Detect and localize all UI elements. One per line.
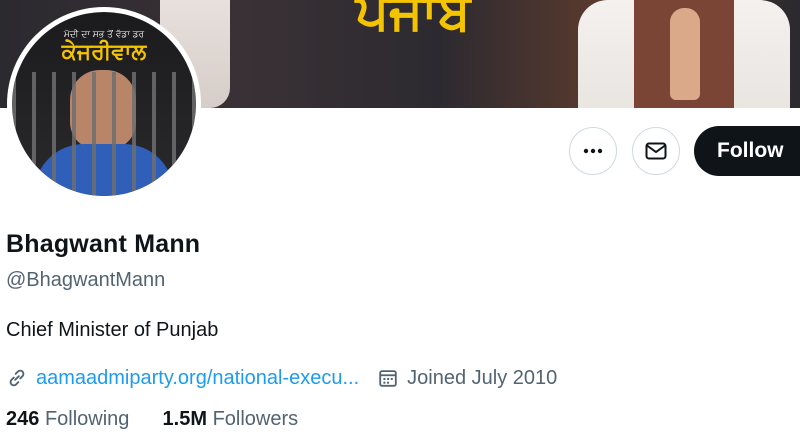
followers-link[interactable]: 1.5M Followers [163,408,299,430]
joined-date: Joined July 2010 [407,366,558,389]
website-link[interactable]: aamaadmiparty.org/national-execu... [36,367,359,390]
calendar-icon [379,370,397,387]
following-link[interactable]: 246 Following [6,408,135,430]
following-count: 246 [6,408,40,430]
more-horizontal-icon [583,148,603,154]
followers-label: Followers [212,408,299,430]
banner-title: ਪੰਜਾਬ [355,0,471,42]
envelope-icon [645,142,667,160]
link-icon [9,369,25,387]
banner-folded-hands [670,8,700,100]
profile-stats: 246 Following 1.5M Followers [6,408,298,431]
avatar-image: ਮੋਦੀ ਦਾ ਸਭ ਤੋਂ ਵੱਡਾ ਡਰ ਕੇਜਰੀਵਾਲ [12,12,196,196]
more-options-button[interactable] [569,127,617,175]
follow-button[interactable]: Follow [694,126,800,176]
profile-name: Bhagwant Mann [6,230,201,258]
profile-meta: aamaadmiparty.org/national-execu... Join… [6,365,557,391]
message-button[interactable] [632,127,680,175]
avatar-caption-small: ਮੋਦੀ ਦਾ ਸਭ ਤੋਂ ਵੱਡਾ ਡਰ [63,30,145,40]
banner-person-right [578,0,790,108]
profile-handle: @BhagwantMann [6,269,166,291]
avatar-jail-bars [12,72,196,196]
profile-bio: Chief Minister of Punjab [6,319,219,341]
followers-count: 1.5M [162,408,208,430]
following-label: Following [44,408,130,430]
avatar[interactable]: ਮੋਦੀ ਦਾ ਸਭ ਤੋਂ ਵੱਡਾ ਡਰ ਕੇਜਰੀਵਾਲ [7,7,201,201]
avatar-caption-big: ਕੇਜਰੀਵਾਲ [61,40,147,65]
